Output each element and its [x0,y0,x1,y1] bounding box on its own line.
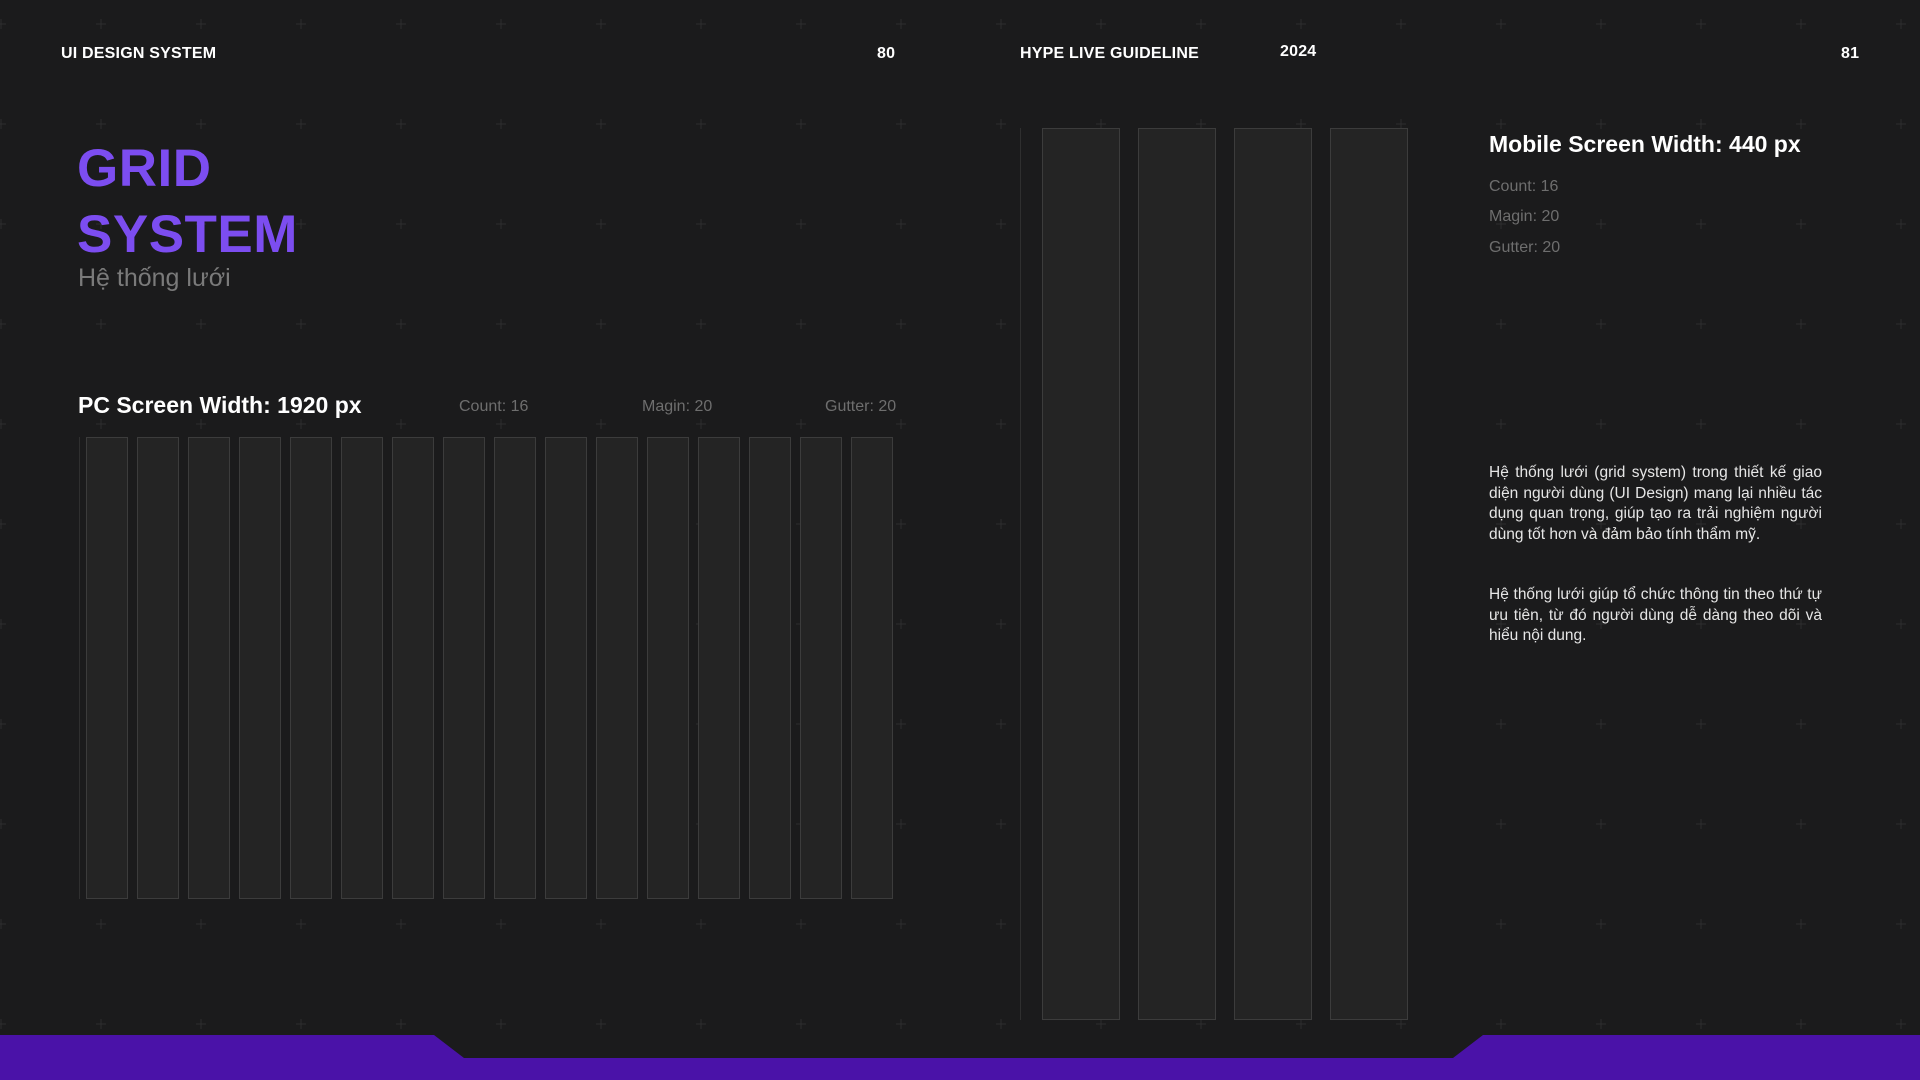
mobile-count-label: Count: 16 [1489,178,1559,195]
pc-grid-column [749,437,791,899]
pc-grid-column [443,437,485,899]
pc-screen-heading: PC Screen Width: 1920 px [78,392,362,418]
header-left-label: UI DESIGN SYSTEM [61,45,217,62]
pc-margin-label: Magin: 20 [642,398,713,415]
mobile-gutter-label: Gutter: 20 [1489,239,1561,256]
mobile-margin-label: Magin: 20 [1489,208,1560,225]
mobile-screen-heading: Mobile Screen Width: 440 px [1489,131,1801,157]
right-page-number: 81 [1841,45,1860,62]
footer-band [0,1035,1920,1080]
description-paragraph-1: Hệ thống lưới (grid system) trong thiết … [1489,464,1822,543]
pc-grid-column [341,437,383,899]
header-year: 2024 [1280,43,1317,60]
pc-grid-column [800,437,842,899]
pc-grid-column [137,437,179,899]
pc-grid-column [698,437,740,899]
description-paragraph-2: Hệ thống lưới giúp tổ chức thông tin the… [1489,586,1822,644]
pc-grid-column [239,437,281,899]
pc-grid-column [188,437,230,899]
left-page-number: 80 [877,45,896,62]
pc-gutter-label: Gutter: 20 [825,398,897,415]
pc-grid-column [851,437,893,899]
mobile-grid-column [1042,128,1120,1020]
pc-count-label: Count: 16 [459,398,529,415]
pc-grid-edge-line [79,437,80,899]
mobile-grid-edge-line [1020,128,1021,1020]
page-subtitle: Hệ thống lưới [78,264,231,292]
header-right-label: HYPE LIVE GUIDELINE [1020,45,1199,62]
pc-grid-column [596,437,638,899]
pc-grid-column [647,437,689,899]
pc-grid-column [290,437,332,899]
page-title: GRID SYSTEM [77,136,298,268]
title-line-2: SYSTEM [77,205,298,264]
pc-grid-column [86,437,128,899]
mobile-grid-column [1330,128,1408,1020]
pc-grid-column [545,437,587,899]
pc-grid-column [392,437,434,899]
mobile-grid-column [1138,128,1216,1020]
pc-grid-column [494,437,536,899]
mobile-grid-column [1234,128,1312,1020]
title-line-1: GRID [77,139,212,198]
